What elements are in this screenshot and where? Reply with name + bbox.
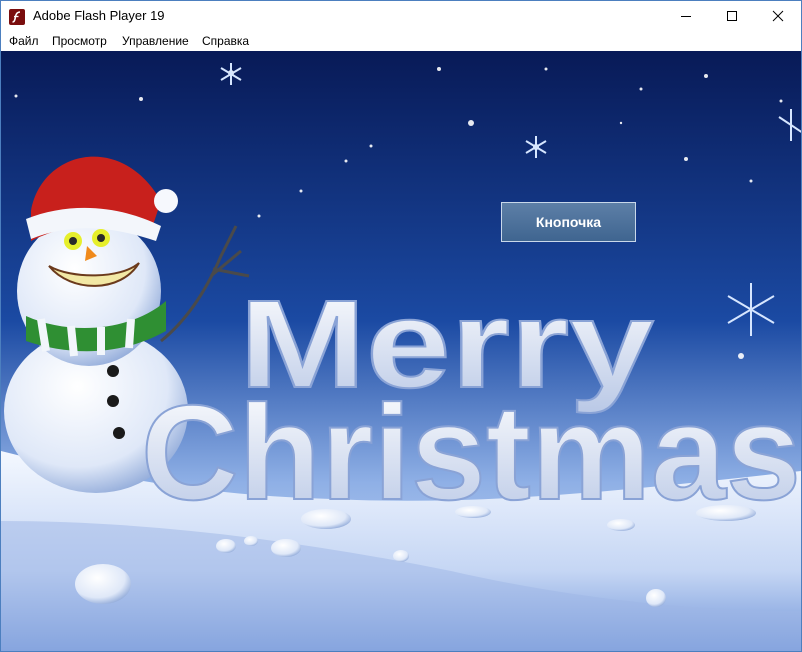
flash-player-icon [9, 9, 25, 25]
minimize-button[interactable] [663, 1, 709, 31]
christmas-scene: Merry Christmas [1, 51, 801, 651]
maximize-icon [727, 11, 737, 21]
close-icon [772, 10, 784, 22]
window-title: Adobe Flash Player 19 [33, 8, 165, 23]
menu-control[interactable]: Управление [122, 34, 189, 48]
flash-player-window: Adobe Flash Player 19 Файл Просмотр Упра… [0, 0, 802, 652]
kopochka-button[interactable]: Кнопочка [501, 202, 636, 242]
menu-help[interactable]: Справка [202, 34, 249, 48]
maximize-button[interactable] [709, 1, 755, 31]
menu-view[interactable]: Просмотр [52, 34, 107, 48]
close-button[interactable] [755, 1, 801, 31]
headline-christmas: Christmas [141, 377, 801, 528]
menu-bar: Файл Просмотр Управление Справка [1, 31, 801, 51]
minimize-icon [681, 16, 691, 17]
title-bar[interactable]: Adobe Flash Player 19 [1, 1, 801, 31]
menu-file[interactable]: Файл [9, 34, 39, 48]
flash-stage[interactable]: Merry Christmas Кнопочка [1, 51, 801, 651]
